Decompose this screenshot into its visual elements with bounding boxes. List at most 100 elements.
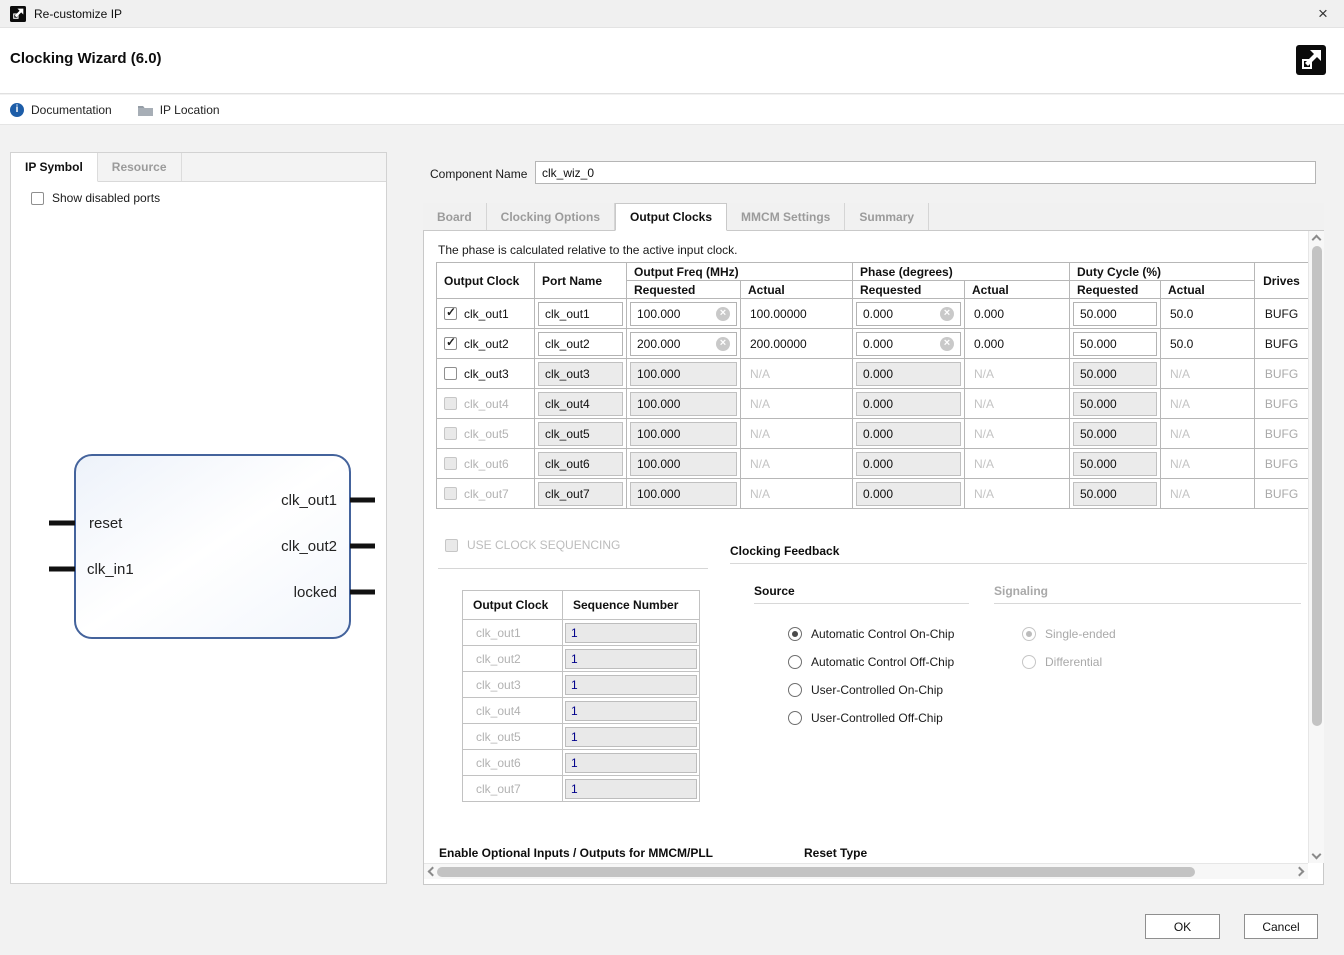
- radio-icon: [1022, 655, 1036, 669]
- table-row: clk_out6 clk_out6 100.000 N/A 0.000 N/A …: [436, 448, 1309, 479]
- source-title: Source: [754, 584, 795, 598]
- clock-enable-checkbox[interactable]: [444, 305, 457, 320]
- freq-requested-input: 100.000: [630, 481, 737, 506]
- radio-automatic-control-on-chip[interactable]: Automatic Control On-Chip: [788, 626, 954, 642]
- ip-symbol-diagram: reset clk_in1 clk_out1 clk_out2 locked: [49, 454, 375, 639]
- radio-automatic-control-off-chip[interactable]: Automatic Control Off-Chip: [788, 654, 954, 670]
- sequence-row: clk_out3 1: [462, 671, 700, 698]
- show-disabled-ports-row: Show disabled ports: [31, 191, 160, 205]
- signaling-title: Signaling: [994, 584, 1048, 598]
- tab-summary[interactable]: Summary: [845, 203, 930, 230]
- col-phase-actual: Actual: [964, 280, 1070, 299]
- tab-clocking-options[interactable]: Clocking Options: [487, 203, 616, 230]
- ip-symbol-panel: IP Symbol Resource Show disabled ports r…: [10, 152, 387, 884]
- col-duty-cycle: Duty Cycle (%): [1069, 262, 1255, 281]
- radio-differential: Differential: [1022, 654, 1102, 670]
- clock-enable-checkbox[interactable]: [444, 367, 457, 380]
- port-name-input[interactable]: clk_out2: [538, 331, 623, 356]
- radio-user-controlled-on-chip[interactable]: User-Controlled On-Chip: [788, 682, 943, 698]
- phase-actual-value: N/A: [964, 448, 1070, 479]
- doc-toolbar: i Documentation IP Location: [0, 95, 1344, 125]
- show-disabled-ports-label: Show disabled ports: [52, 191, 161, 205]
- radio-icon[interactable]: [788, 683, 802, 697]
- ip-location-label: IP Location: [159, 102, 220, 117]
- phase-requested-input: 0.000: [856, 451, 961, 476]
- sequence-number-input: 1: [565, 700, 697, 721]
- col-duty-actual: Actual: [1160, 280, 1255, 299]
- radio-icon[interactable]: [788, 655, 802, 669]
- drives-value: BUFG: [1254, 298, 1309, 329]
- table-row: clk_out7 clk_out7 100.000 N/A 0.000 N/A …: [436, 478, 1309, 509]
- sequence-row: clk_out2 1: [462, 645, 700, 672]
- col-phase: Phase (degrees): [852, 262, 1070, 281]
- phase-requested-input[interactable]: 0.000 ×: [856, 301, 961, 326]
- vertical-scrollbar-thumb[interactable]: [1312, 246, 1322, 726]
- scroll-right-icon[interactable]: [1294, 866, 1305, 877]
- close-icon[interactable]: ×: [1312, 3, 1334, 25]
- duty-requested-input: 50.000: [1073, 421, 1157, 446]
- freq-requested-input: 100.000: [630, 451, 737, 476]
- radio-user-controlled-off-chip[interactable]: User-Controlled Off-Chip: [788, 710, 943, 726]
- show-disabled-ports-checkbox[interactable]: [31, 191, 44, 205]
- use-clock-sequencing-label: USE CLOCK SEQUENCING: [467, 538, 621, 552]
- port-label-locked: locked: [294, 584, 337, 601]
- duty-actual-value: N/A: [1160, 478, 1255, 509]
- sequence-number-input: 1: [565, 674, 697, 695]
- horizontal-scrollbar-thumb[interactable]: [437, 867, 1195, 877]
- documentation-button[interactable]: i Documentation: [10, 102, 112, 117]
- phase-actual-value: 0.000: [964, 328, 1070, 359]
- divider: [730, 563, 1307, 564]
- ok-button[interactable]: OK: [1145, 914, 1220, 939]
- vertical-scrollbar[interactable]: [1308, 231, 1324, 863]
- clear-icon[interactable]: ×: [716, 306, 730, 321]
- sequence-number-input: 1: [565, 778, 697, 799]
- xilinx-logo-icon: [1296, 45, 1326, 75]
- duty-requested-input[interactable]: 50.000: [1073, 331, 1157, 356]
- tab-mmcm-settings[interactable]: MMCM Settings: [727, 203, 846, 230]
- tab-resource[interactable]: Resource: [98, 153, 182, 181]
- radio-icon[interactable]: [788, 627, 802, 641]
- tab-board[interactable]: Board: [423, 203, 487, 230]
- freq-requested-input[interactable]: 200.000 ×: [630, 331, 737, 356]
- output-clocks-panel: The phase is calculated relative to the …: [423, 231, 1324, 885]
- freq-requested-input[interactable]: 100.000 ×: [630, 301, 737, 326]
- clear-icon[interactable]: ×: [940, 306, 954, 321]
- port-label-reset: reset: [89, 515, 123, 532]
- scroll-left-icon[interactable]: [427, 866, 438, 877]
- freq-actual-value: 100.00000: [740, 298, 853, 329]
- component-name-input[interactable]: [535, 161, 1316, 184]
- use-clock-sequencing-row: USE CLOCK SEQUENCING: [445, 538, 620, 552]
- table-row: clk_out1 clk_out1 100.000× 100.00000 0.0…: [436, 298, 1309, 329]
- component-name-label: Component Name: [430, 167, 528, 181]
- phase-requested-input[interactable]: 0.000 ×: [856, 331, 961, 356]
- freq-actual-value: N/A: [740, 358, 853, 389]
- cancel-button[interactable]: Cancel: [1244, 914, 1318, 939]
- tab-output-clocks[interactable]: Output Clocks: [615, 203, 728, 231]
- duty-requested-input[interactable]: 50.000: [1073, 301, 1157, 326]
- col-freq-requested: Requested: [626, 280, 741, 299]
- clear-icon[interactable]: ×: [940, 336, 954, 351]
- duty-actual-value: 50.0: [1160, 328, 1255, 359]
- horizontal-scrollbar[interactable]: [424, 863, 1308, 879]
- table-row: clk_out3 clk_out3 100.000 N/A 0.000 N/A …: [436, 358, 1309, 389]
- port-label-clk-out2: clk_out2: [281, 538, 337, 555]
- drives-value: BUFG: [1254, 358, 1309, 389]
- col-drives: Drives: [1254, 262, 1309, 299]
- scroll-down-icon[interactable]: [1311, 849, 1322, 860]
- page-title: Clocking Wizard (6.0): [10, 50, 162, 67]
- phase-requested-input: 0.000: [856, 391, 961, 416]
- radio-icon[interactable]: [788, 711, 802, 725]
- table-row: clk_out5 clk_out5 100.000 N/A 0.000 N/A …: [436, 418, 1309, 449]
- col-phase-requested: Requested: [852, 280, 965, 299]
- scroll-up-icon[interactable]: [1311, 234, 1322, 245]
- sequence-number-input: 1: [565, 622, 697, 643]
- radio-single-ended: Single-ended: [1022, 626, 1116, 642]
- duty-requested-input: 50.000: [1073, 391, 1157, 416]
- port-name-input[interactable]: clk_out1: [538, 301, 623, 326]
- ip-location-button[interactable]: IP Location: [137, 102, 220, 117]
- clear-icon[interactable]: ×: [716, 336, 730, 351]
- documentation-label: Documentation: [31, 102, 112, 117]
- tab-ip-symbol[interactable]: IP Symbol: [11, 153, 98, 182]
- duty-actual-value: N/A: [1160, 388, 1255, 419]
- clock-enable-checkbox[interactable]: [444, 335, 457, 350]
